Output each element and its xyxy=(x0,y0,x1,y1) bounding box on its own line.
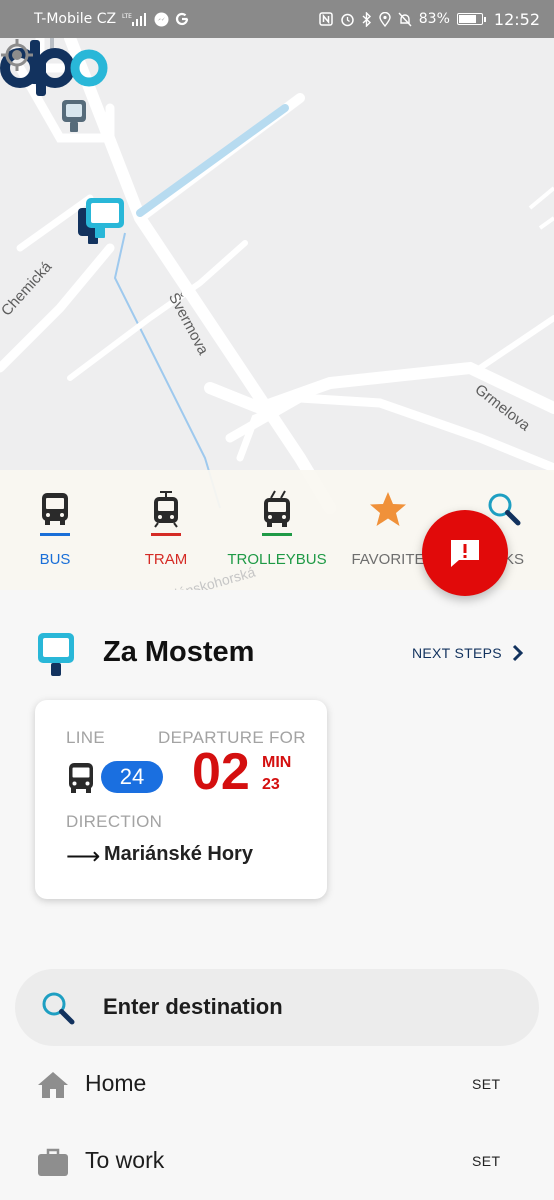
stop-name: Za Mostem xyxy=(103,636,255,668)
minutes-unit: MIN xyxy=(262,754,292,771)
search-placeholder: Enter destination xyxy=(103,994,283,1019)
next-steps-button[interactable]: NEXT STEPS xyxy=(412,644,524,662)
clock: 12:52 xyxy=(493,9,540,29)
tram-icon xyxy=(154,491,178,528)
destination-search[interactable]: Enter destination xyxy=(15,969,539,1046)
mute-icon xyxy=(398,12,412,27)
bus-icon xyxy=(42,493,68,525)
battery-percent: 83% xyxy=(418,11,450,27)
carrier-name: T-Mobile CZ xyxy=(34,11,117,27)
home-icon xyxy=(38,1072,68,1098)
direction-name: Mariánské Hory xyxy=(104,843,253,865)
google-icon xyxy=(175,12,189,26)
briefcase-icon xyxy=(38,1148,68,1176)
svg-text:LTE: LTE xyxy=(122,13,132,20)
my-location-icon[interactable] xyxy=(0,38,34,72)
report-problem-button[interactable] xyxy=(422,510,508,596)
tab-tram-label: TRAM xyxy=(144,551,188,568)
place-label-home: Home xyxy=(85,1070,147,1096)
place-row-home[interactable]: Home SET xyxy=(0,1050,554,1120)
chevron-right-icon xyxy=(512,644,524,662)
set-home-button[interactable]: SET xyxy=(472,1076,500,1092)
battery-icon xyxy=(456,13,486,25)
line-number-badge: 24 xyxy=(101,761,163,793)
departure-card[interactable]: LINE DEPARTURE FOR 24 02 MIN 23 DIRECTIO… xyxy=(35,700,327,899)
status-bar: T-Mobile CZ LTE 83% 12:52 xyxy=(0,0,554,38)
messenger-icon xyxy=(154,12,169,27)
bus-icon xyxy=(69,763,93,793)
nfc-icon xyxy=(319,12,333,26)
signal-icon: LTE xyxy=(122,12,148,26)
alarm-icon xyxy=(340,12,355,27)
set-work-button[interactable]: SET xyxy=(472,1153,500,1169)
trolleybus-icon xyxy=(264,490,290,527)
next-steps-label: NEXT STEPS xyxy=(412,645,502,661)
bluetooth-icon xyxy=(362,11,372,27)
search-icon xyxy=(42,992,75,1025)
location-icon xyxy=(379,11,391,27)
tab-favorite[interactable]: FAVORITE xyxy=(348,470,428,590)
departure-seconds: 23 xyxy=(262,776,280,793)
star-icon xyxy=(370,492,406,526)
stop-marker[interactable] xyxy=(62,100,86,132)
tab-bus-label: BUS xyxy=(39,551,71,568)
place-row-work[interactable]: To work SET xyxy=(0,1127,554,1197)
line-label: LINE xyxy=(66,728,105,747)
stop-icon xyxy=(38,633,74,676)
departure-minutes: 02 xyxy=(192,743,250,801)
arrow-right-icon: ⟶ xyxy=(66,843,101,870)
tab-tram[interactable]: TRAM xyxy=(131,470,201,590)
tab-favorite-label: FAVORITE xyxy=(351,551,425,568)
tab-bus[interactable]: BUS xyxy=(20,470,90,590)
place-label-work: To work xyxy=(85,1147,165,1173)
alert-message-icon xyxy=(451,540,479,567)
direction-label: DIRECTION xyxy=(66,812,163,831)
